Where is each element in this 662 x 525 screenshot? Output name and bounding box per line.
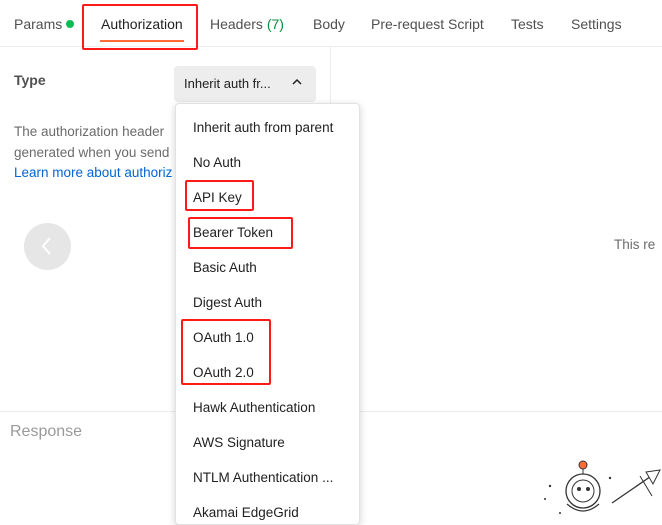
tab-body[interactable]: Body xyxy=(313,16,345,32)
auth-description: The authorization header generated when … xyxy=(14,122,184,184)
auth-description-line2: generated when you send xyxy=(14,144,170,160)
tab-pre-request-script[interactable]: Pre-request Script xyxy=(371,16,484,32)
option-digest-auth[interactable]: Digest Auth xyxy=(193,295,262,310)
auth-type-select[interactable]: Inherit auth fr... xyxy=(174,66,316,102)
tab-settings[interactable]: Settings xyxy=(571,16,622,32)
option-aws-signature[interactable]: AWS Signature xyxy=(193,435,285,450)
right-panel-text: This re xyxy=(614,237,656,252)
tab-body-label: Body xyxy=(313,16,345,32)
option-ntlm-auth[interactable]: NTLM Authentication ... xyxy=(193,470,333,485)
auth-type-label: Type xyxy=(14,72,46,88)
params-status-dot xyxy=(66,20,75,28)
active-tab-indicator xyxy=(100,40,184,42)
request-tabs: Params Authorization Headers (7) Body Pr… xyxy=(0,0,662,47)
tab-params-label: Params xyxy=(14,16,63,32)
auth-type-dropdown: Inherit auth from parent No Auth API Key… xyxy=(175,103,360,525)
option-inherit-auth[interactable]: Inherit auth from parent xyxy=(193,120,333,135)
tab-tests[interactable]: Tests xyxy=(511,16,544,32)
option-basic-auth[interactable]: Basic Auth xyxy=(193,260,257,275)
option-bearer-token[interactable]: Bearer Token xyxy=(193,225,273,240)
astronaut-illustration-icon xyxy=(544,460,661,514)
response-title: Response xyxy=(10,423,83,440)
tab-authorization[interactable]: Authorization xyxy=(101,16,183,32)
auth-type-selected-value: Inherit auth fr... xyxy=(184,76,271,91)
tab-params[interactable]: Params xyxy=(14,16,75,32)
tab-settings-label: Settings xyxy=(571,16,622,32)
tab-pre-request-script-label: Pre-request Script xyxy=(371,16,484,32)
headers-count: (7) xyxy=(266,16,284,32)
previous-button[interactable] xyxy=(24,223,71,270)
option-oauth-2[interactable]: OAuth 2.0 xyxy=(193,365,254,380)
tab-tests-label: Tests xyxy=(511,16,544,32)
option-oauth-1[interactable]: OAuth 1.0 xyxy=(193,330,254,345)
option-akamai-edgegrid[interactable]: Akamai EdgeGrid xyxy=(193,505,299,520)
option-api-key[interactable]: API Key xyxy=(193,190,242,205)
auth-description-line1: The authorization header xyxy=(14,124,165,139)
option-hawk-auth[interactable]: Hawk Authentication xyxy=(193,400,315,415)
chevron-up-icon xyxy=(292,78,302,85)
tab-headers[interactable]: Headers (7) xyxy=(210,16,284,32)
option-no-auth[interactable]: No Auth xyxy=(193,155,241,170)
tab-authorization-label: Authorization xyxy=(101,16,183,32)
chevron-left-icon xyxy=(41,237,51,255)
tab-headers-label: Headers xyxy=(210,16,263,32)
learn-more-link[interactable]: Learn more about authoriz xyxy=(14,163,184,184)
